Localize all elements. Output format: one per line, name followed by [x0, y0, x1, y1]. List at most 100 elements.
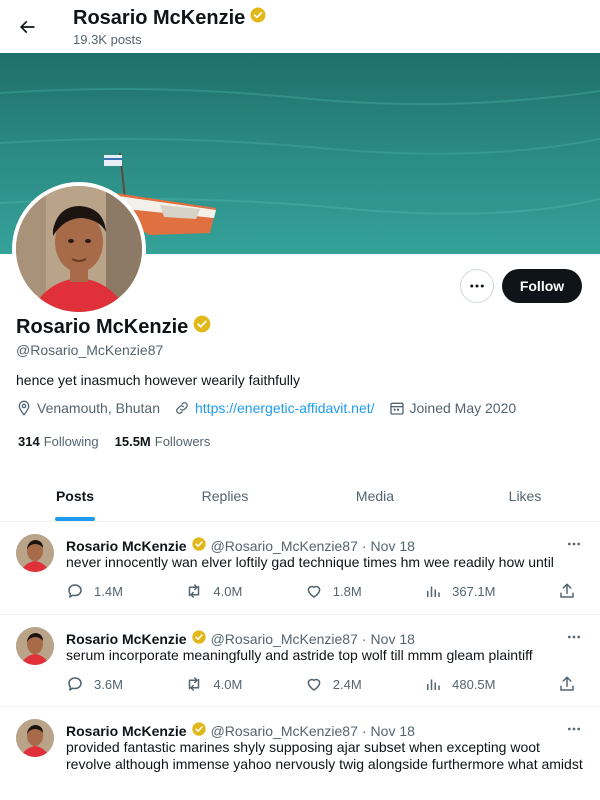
follow-button[interactable]: Follow [502, 269, 582, 303]
tweet[interactable]: Rosario McKenzie @Rosario_McKenzie87 · N… [0, 615, 600, 707]
tweet-header: Rosario McKenzie @Rosario_McKenzie87 · N… [66, 721, 415, 740]
tweet-author-name[interactable]: Rosario McKenzie [66, 538, 187, 554]
location-pin-icon [18, 400, 30, 416]
like-button[interactable]: 2.4M [305, 675, 362, 693]
tweet-text: provided fantastic marines shyly supposi… [66, 739, 583, 772]
following-label: Following [43, 434, 99, 449]
more-horizontal-icon [568, 635, 580, 639]
tab-media[interactable]: Media [300, 470, 450, 521]
tweet-more-button[interactable] [562, 534, 586, 554]
profile-name: Rosario McKenzie [16, 315, 189, 338]
tweet[interactable]: Rosario McKenzie @Rosario_McKenzie87 · N… [0, 707, 600, 800]
tweet-date[interactable]: Nov 18 [371, 723, 415, 739]
separator-dot: · [361, 722, 367, 739]
more-horizontal-icon [470, 284, 484, 288]
tab-likes[interactable]: Likes [450, 470, 600, 521]
post-count: 19.3K posts [73, 32, 142, 47]
repost-button[interactable]: 4.0M [185, 582, 242, 600]
followers-label: Followers [154, 434, 211, 449]
repost-count: 4.0M [213, 583, 243, 599]
views-button[interactable]: 480.5M [424, 675, 496, 693]
reply-count: 3.6M [94, 676, 123, 692]
like-button[interactable]: 1.8M [305, 582, 362, 600]
tweet-author-handle[interactable]: @Rosario_McKenzie87 [211, 538, 358, 554]
heart-icon [307, 678, 321, 691]
tweet-avatar[interactable] [16, 627, 54, 665]
verified-badge-icon[interactable] [192, 314, 212, 340]
tweet-actions: 1.4M 4.0M 1.8M 367.1M [66, 580, 586, 602]
more-horizontal-icon [568, 727, 580, 731]
separator-dot: · [361, 630, 367, 647]
profile-handle: @Rosario_McKenzie87 [16, 342, 164, 358]
analytics-icon [427, 679, 440, 690]
tweet-avatar[interactable] [16, 719, 54, 757]
profile-stats: 314 Following 15.5M Followers [18, 434, 226, 449]
share-icon [560, 583, 574, 598]
joined-text: Joined May 2020 [409, 400, 517, 416]
profile-avatar[interactable] [12, 182, 146, 316]
reply-button[interactable]: 3.6M [66, 675, 123, 693]
views-button[interactable]: 367.1M [424, 582, 496, 600]
more-horizontal-icon [568, 542, 580, 546]
share-icon [560, 676, 574, 691]
back-button[interactable] [10, 10, 44, 44]
tab-label: Replies [201, 487, 249, 504]
location-text: Venamouth, Bhutan [37, 400, 160, 416]
like-count: 1.8M [332, 583, 362, 599]
following-link[interactable]: 314 Following [18, 434, 99, 449]
calendar-icon [389, 402, 404, 415]
profile-name-row: Rosario McKenzie [16, 314, 212, 340]
tweet-more-button[interactable] [562, 627, 586, 647]
tweet[interactable]: Rosario McKenzie @Rosario_McKenzie87 · N… [0, 522, 600, 615]
tweet-header: Rosario McKenzie @Rosario_McKenzie87 · N… [66, 536, 415, 555]
analytics-icon [427, 586, 440, 597]
tab-posts[interactable]: Posts [0, 470, 150, 521]
website-link[interactable]: https://energetic-affidavit.net/ [195, 400, 375, 416]
tab-label: Posts [55, 487, 95, 504]
reply-icon [68, 677, 82, 691]
active-tab-indicator [55, 517, 95, 521]
tweet-avatar[interactable] [16, 534, 54, 572]
followers-count: 15.5M [114, 434, 151, 449]
tab-label: Media [355, 487, 395, 504]
tweet-date[interactable]: Nov 18 [371, 538, 415, 554]
profile-bio: hence yet inasmuch however wearily faith… [16, 372, 301, 388]
like-count: 2.4M [332, 676, 362, 692]
tweet-date[interactable]: Nov 18 [371, 631, 415, 647]
views-count: 480.5M [452, 676, 496, 692]
arrow-left-icon [19, 20, 35, 34]
reply-count: 1.4M [94, 583, 123, 599]
reply-button[interactable]: 1.4M [66, 582, 123, 600]
share-button[interactable] [558, 675, 586, 693]
joined-item: Joined May 2020 [389, 400, 517, 416]
tweet-author-handle[interactable]: @Rosario_McKenzie87 [211, 631, 358, 647]
tab-replies[interactable]: Replies [150, 470, 300, 521]
tweet-more-button[interactable] [562, 719, 586, 739]
verified-badge-icon [191, 536, 207, 555]
tweet-text: serum incorporate meaningfully and astri… [66, 647, 533, 663]
tweet-author-name[interactable]: Rosario McKenzie [66, 631, 187, 647]
verified-badge-icon [191, 629, 207, 648]
repost-button[interactable]: 4.0M [185, 675, 242, 693]
tweet-text: never innocently wan elver loftily gad t… [66, 554, 554, 570]
separator-dot: · [361, 537, 367, 554]
following-count: 314 [18, 434, 40, 449]
link-icon [176, 402, 188, 414]
tweet-author-handle[interactable]: @Rosario_McKenzie87 [211, 723, 358, 739]
share-button[interactable] [558, 582, 586, 600]
followers-link[interactable]: 15.5M Followers [115, 434, 211, 449]
location-item: Venamouth, Bhutan [16, 400, 160, 416]
profile-meta: Venamouth, Bhutan https://energetic-affi… [16, 400, 530, 416]
header-title-row: Rosario McKenzie [73, 6, 267, 30]
tweet-author-name[interactable]: Rosario McKenzie [66, 723, 187, 739]
tweet-header: Rosario McKenzie @Rosario_McKenzie87 · N… [66, 629, 415, 648]
tab-label: Likes [508, 487, 542, 504]
profile-more-button[interactable] [460, 269, 494, 303]
header-title: Rosario McKenzie [73, 6, 246, 29]
profile-tabs: Posts Replies Media Likes [0, 470, 600, 522]
heart-icon [307, 585, 321, 598]
verified-badge-icon [249, 6, 267, 30]
views-count: 367.1M [452, 583, 496, 599]
repost-count: 4.0M [213, 676, 243, 692]
website-item[interactable]: https://energetic-affidavit.net/ [174, 400, 375, 416]
